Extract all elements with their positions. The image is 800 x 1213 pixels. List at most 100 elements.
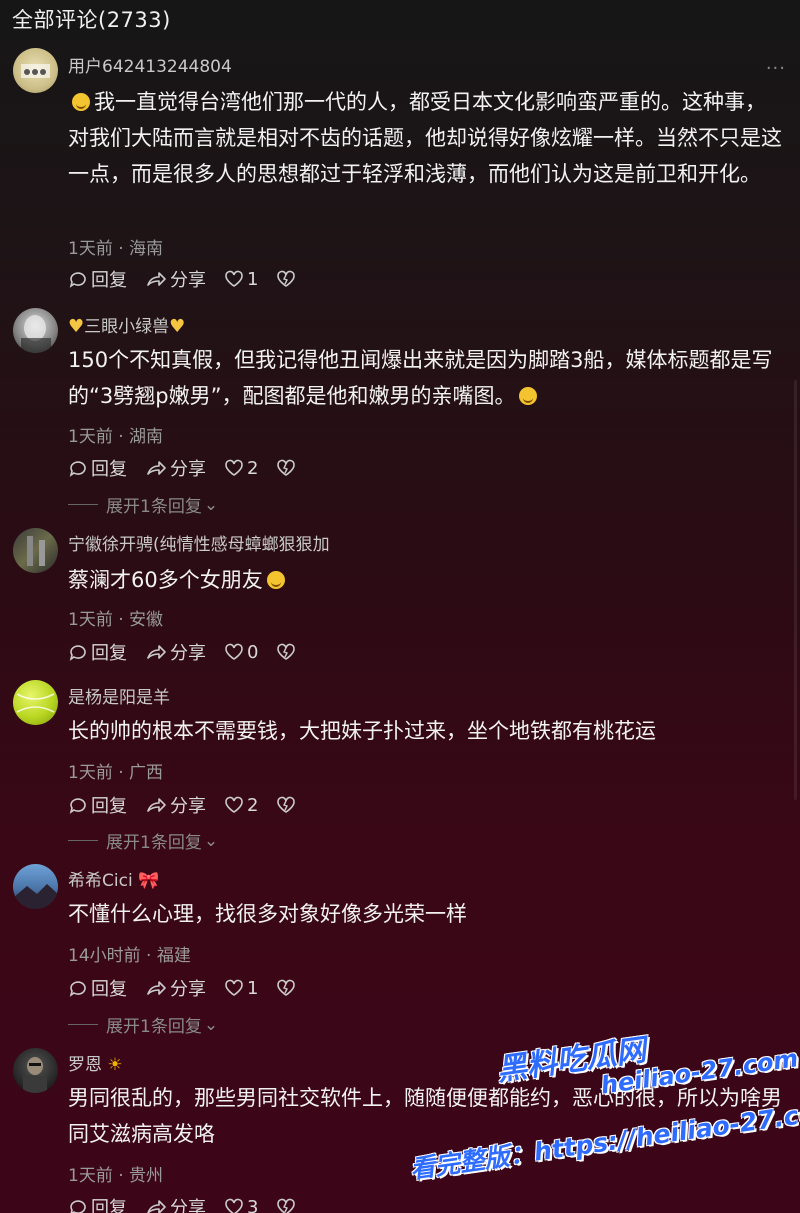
comment-icon — [69, 461, 86, 477]
shocked-emoji-icon — [266, 571, 285, 589]
reply-button[interactable]: 回复 — [68, 792, 127, 818]
dislike-icon — [277, 270, 296, 287]
heart-icon — [225, 643, 243, 660]
reply-label: 回复 — [91, 643, 127, 664]
share-button[interactable]: 分享 — [145, 1194, 206, 1213]
avatar[interactable] — [13, 864, 58, 909]
reply-button[interactable]: 回复 — [68, 1194, 127, 1213]
comments-header: 全部评论(2733) — [12, 8, 171, 32]
avatar[interactable] — [13, 528, 58, 573]
comment-text: 长的帅的根本不需要钱，大把妹子扑过来，坐个地铁都有桃花运 — [68, 713, 783, 749]
more-icon[interactable]: ··· — [766, 60, 786, 78]
share-icon — [147, 798, 166, 812]
like-count: 3 — [247, 1196, 259, 1213]
share-label: 分享 — [170, 643, 206, 664]
heart-icon — [225, 270, 243, 287]
share-icon — [147, 1200, 166, 1213]
comment-icon — [69, 645, 86, 661]
username-text: 罗恩 — [68, 1055, 102, 1075]
scrollbar[interactable] — [794, 380, 797, 800]
expand-label: 展开1条回复 — [106, 833, 202, 853]
dislike-button[interactable] — [276, 459, 296, 477]
expand-replies-button[interactable]: 展开1条回复 ⌄ — [68, 1012, 218, 1037]
comment-icon — [69, 981, 86, 997]
username[interactable]: 希希Cici 🎀 — [68, 866, 159, 891]
comment-icon — [69, 272, 86, 288]
comment-meta: 1天前 · 广西 — [68, 763, 164, 783]
share-label: 分享 — [170, 796, 206, 817]
reply-label: 回复 — [91, 459, 127, 480]
expand-label: 展开1条回复 — [106, 497, 202, 517]
comment-text-content: 150个不知真假，但我记得他丑闻爆出来就是因为脚踏3船，媒体标题都是写的“3劈翘… — [68, 348, 773, 408]
reply-button[interactable]: 回复 — [68, 266, 127, 292]
username[interactable]: 用户642413244804 — [68, 52, 232, 77]
heart-icon — [225, 796, 243, 813]
share-button[interactable]: 分享 — [145, 792, 206, 818]
avatar[interactable] — [13, 680, 58, 725]
reply-label: 回复 — [91, 796, 127, 817]
like-button[interactable]: 2 — [224, 458, 258, 479]
share-button[interactable]: 分享 — [145, 266, 206, 292]
like-button[interactable]: 1 — [224, 978, 258, 999]
chevron-down-icon: ⌄ — [203, 1014, 219, 1035]
smile-emoji-icon — [72, 93, 90, 111]
avatar-image — [21, 64, 50, 78]
expand-replies-button[interactable]: 展开1条回复 ⌄ — [68, 492, 218, 517]
username-text: 希希Cici — [68, 871, 133, 891]
comment-meta: 1天前 · 安徽 — [68, 610, 164, 630]
like-count: 2 — [247, 794, 259, 816]
comment-text: 150个不知真假，但我记得他丑闻爆出来就是因为脚踏3船，媒体标题都是写的“3劈翘… — [68, 342, 783, 414]
comment-actions: 回复 分享 3 — [68, 1194, 296, 1213]
avatar[interactable] — [13, 1048, 58, 1093]
comment-icon — [70, 1200, 86, 1213]
like-button[interactable]: 2 — [224, 795, 258, 816]
share-button[interactable]: 分享 — [145, 975, 206, 1001]
username[interactable]: ♥三眼小绿兽♥ — [68, 312, 185, 337]
dislike-icon — [277, 459, 296, 476]
comment-meta: 1天前 · 海南 — [68, 239, 164, 259]
dislike-button[interactable] — [276, 643, 296, 661]
heart-icon — [225, 1198, 243, 1213]
comment-actions: 回复 分享 2 — [68, 455, 296, 481]
like-button[interactable]: 0 — [224, 642, 258, 663]
avatar[interactable] — [13, 48, 58, 93]
username-text: 三眼小绿兽 — [84, 317, 170, 337]
comment-actions: 回复 分享 0 — [68, 639, 296, 665]
reply-button[interactable]: 回复 — [68, 639, 127, 665]
comment-meta: 1天前 · 湖南 — [68, 427, 164, 447]
like-count: 0 — [247, 641, 259, 663]
share-button[interactable]: 分享 — [145, 639, 206, 665]
share-icon — [147, 272, 166, 286]
divider-line — [68, 504, 98, 505]
avatar[interactable] — [13, 308, 58, 353]
avatar-image — [27, 536, 45, 566]
like-button[interactable]: 3 — [224, 1197, 258, 1213]
like-count: 1 — [247, 268, 259, 290]
dislike-button[interactable] — [276, 796, 296, 814]
comment-text: 不懂什么心理，找很多对象好像多光荣一样 — [68, 896, 783, 932]
expand-label: 展开1条回复 — [106, 1017, 202, 1037]
share-label: 分享 — [170, 1198, 206, 1213]
username[interactable]: 罗恩 ☀ — [68, 1050, 123, 1075]
comment-text: 我一直觉得台湾他们那一代的人，都受日本文化影响蛮严重的。这种事，对我们大陆而言就… — [68, 84, 783, 192]
comment-actions: 回复 分享 1 — [68, 975, 296, 1001]
like-button[interactable]: 1 — [224, 269, 258, 290]
dislike-button[interactable] — [276, 1198, 296, 1213]
dislike-button[interactable] — [276, 979, 296, 997]
comment-text-content: 长的帅的根本不需要钱，大把妹子扑过来，坐个地铁都有桃花运 — [68, 719, 656, 743]
like-count: 1 — [247, 977, 259, 999]
divider-line — [68, 1024, 98, 1025]
dislike-button[interactable] — [276, 270, 296, 288]
chevron-down-icon: ⌄ — [203, 494, 219, 515]
share-button[interactable]: 分享 — [145, 455, 206, 481]
comment-icon — [69, 798, 86, 814]
reply-button[interactable]: 回复 — [68, 975, 127, 1001]
comment-meta: 1天前 · 贵州 — [68, 1166, 164, 1186]
comment-text-content: 蔡澜才60多个女朋友 — [68, 568, 263, 592]
yellow-heart-icon: ♥ — [169, 316, 186, 337]
expand-replies-button[interactable]: 展开1条回复 ⌄ — [68, 828, 218, 853]
dislike-icon — [277, 979, 296, 996]
username[interactable]: 宁徽徐开骋(纯情性感母蟑螂狠狠加 — [68, 530, 330, 555]
username[interactable]: 是杨是阳是羊 — [68, 683, 170, 708]
reply-button[interactable]: 回复 — [68, 455, 127, 481]
